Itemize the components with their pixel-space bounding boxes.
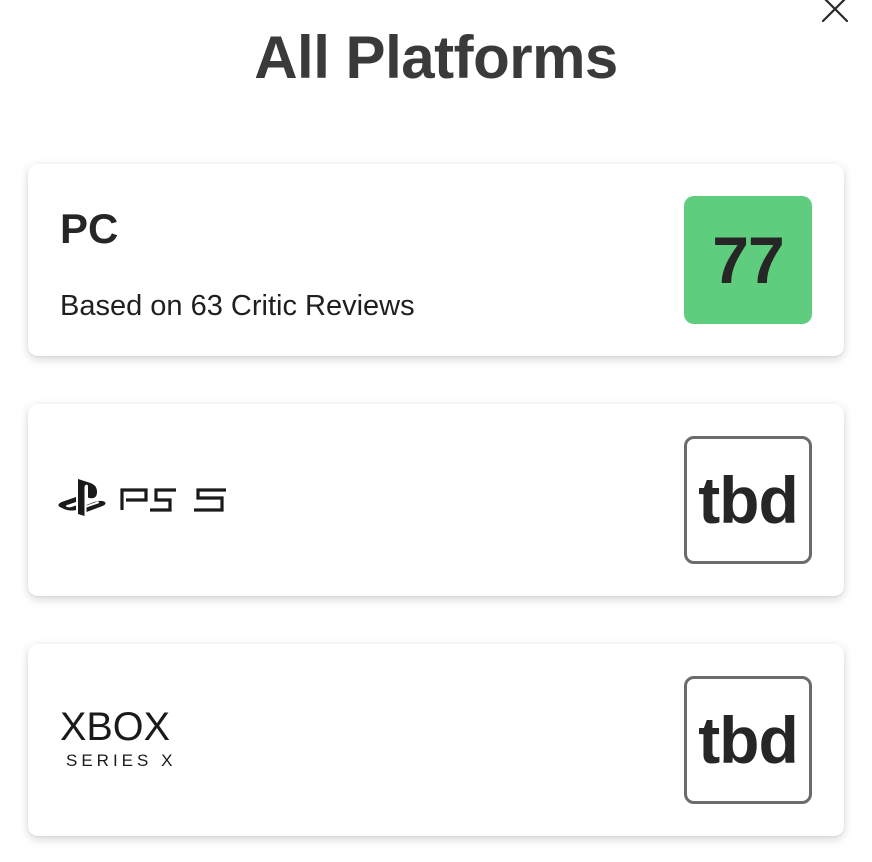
platform-card-xbox-series-x[interactable]: XBOX SERIES X tbd [28,644,844,836]
svg-text:XBOX: XBOX [60,706,170,749]
platform-card-pc[interactable]: PC Based on 63 Critic Reviews 77 [28,164,844,356]
svg-text:SERIES X: SERIES X [66,751,176,770]
close-button[interactable] [820,0,850,24]
ps5-logo-icon [58,476,234,523]
platform-name: PC [60,205,119,252]
metascore-badge: tbd [684,676,812,804]
metascore-badge: 77 [684,196,812,324]
xbox-series-x-logo-icon: XBOX SERIES X [58,705,198,781]
metascore-badge: tbd [684,436,812,564]
critic-review-count: Based on 63 Critic Reviews [60,290,415,322]
platform-card-ps5[interactable]: tbd [28,404,844,596]
page-title: All Platforms [254,24,618,91]
close-icon [821,0,849,23]
